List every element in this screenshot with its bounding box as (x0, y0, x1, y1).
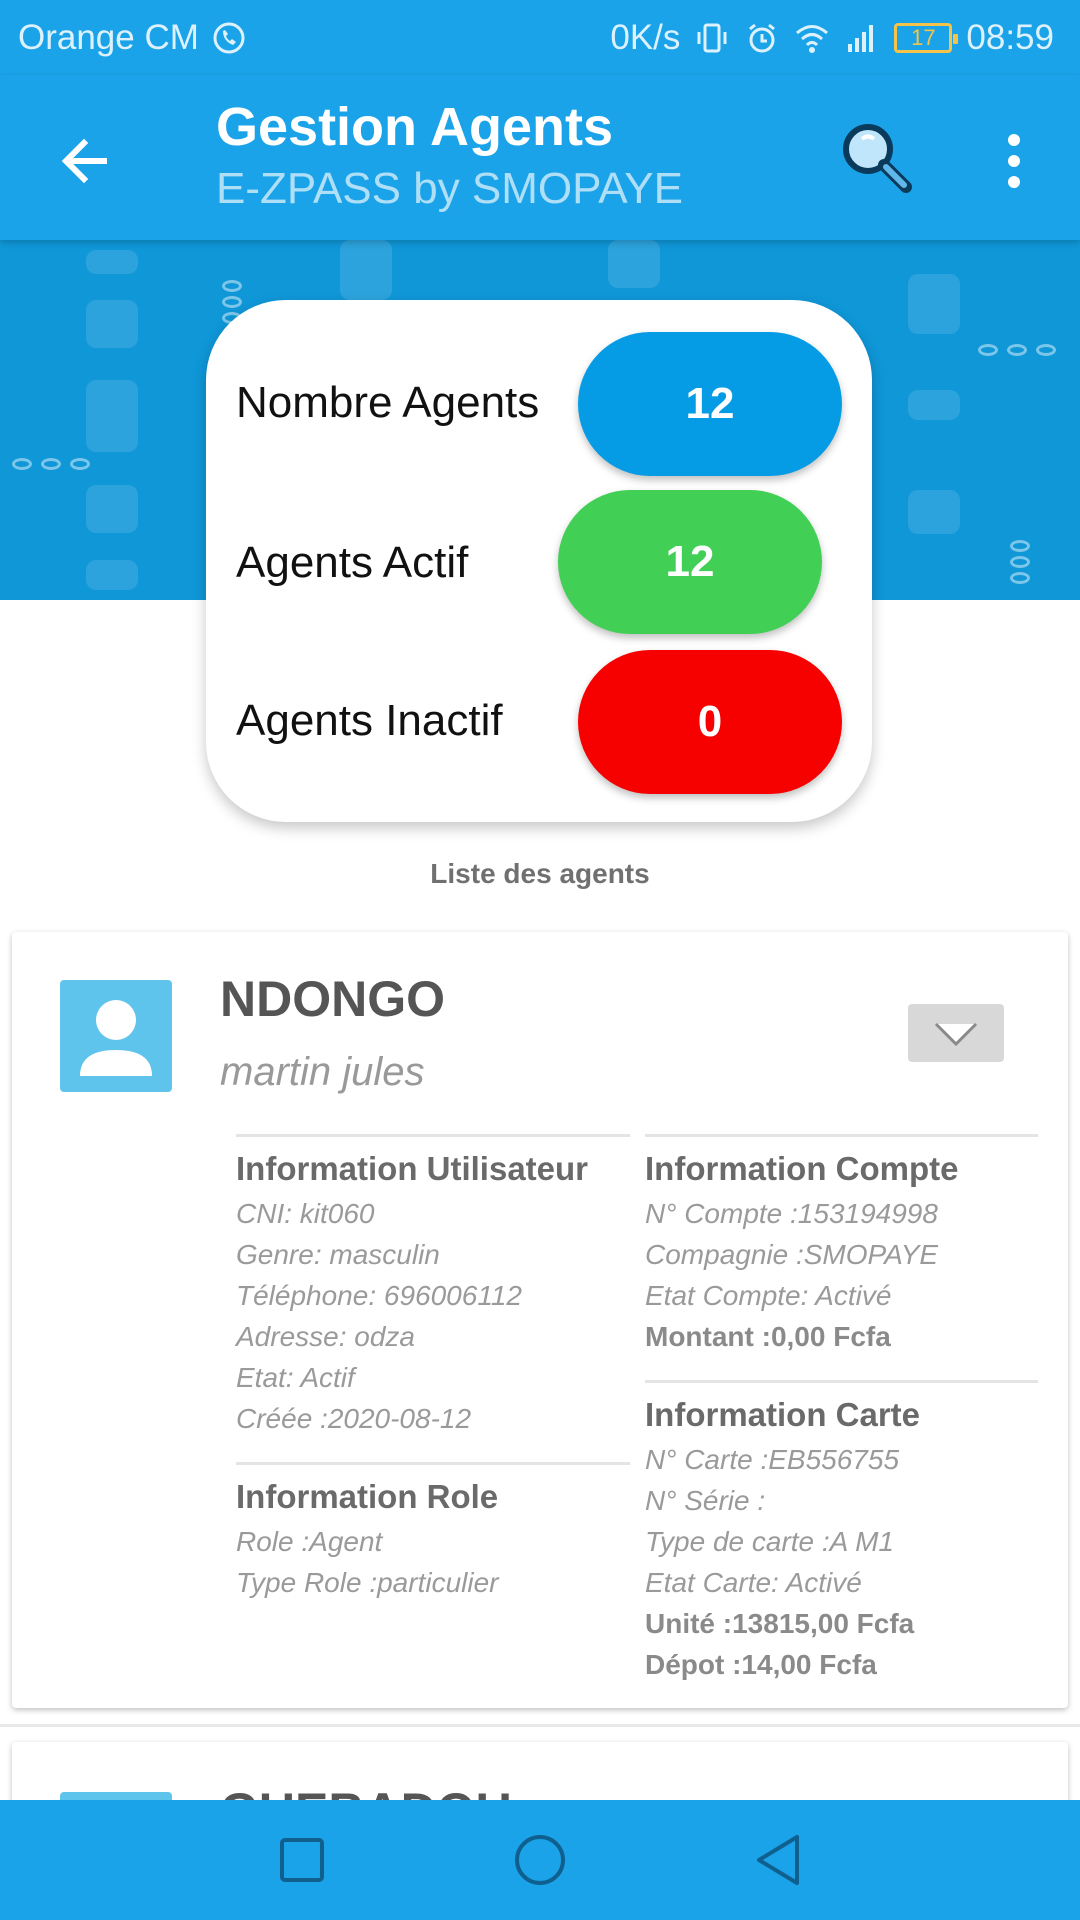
user-info-section: Information Utilisateur CNI: kit060 Genr… (236, 1134, 630, 1439)
banner-dots (978, 344, 1056, 356)
card-info-title: Information Carte (645, 1396, 921, 1433)
battery-level: 17 (911, 24, 936, 50)
role-info-section: Information Role Role :Agent Type Role :… (236, 1462, 630, 1603)
wifi-calling-icon (213, 22, 245, 53)
card-deposit: Dépot :14,00 Fcfa (645, 1649, 877, 1680)
user-genre: Genre: masculin (236, 1239, 440, 1270)
user-creation-date: Créée :2020-08-12 (236, 1403, 472, 1434)
card-status: Etat Carte: Activé (645, 1567, 862, 1598)
active-agents-label: Agents Actif (236, 538, 469, 587)
expand-button[interactable] (908, 1004, 1004, 1062)
banner-decoration (340, 240, 392, 300)
back-nav-button[interactable] (734, 1816, 822, 1904)
clock: 08:59 (966, 17, 1054, 57)
account-status: Etat Compte: Activé (645, 1280, 892, 1311)
dot-icon (1008, 176, 1020, 188)
account-number: N° Compte :153194998 (645, 1198, 938, 1229)
title-block: Gestion Agents E-ZPASS by SMOPAYE (216, 95, 683, 219)
app-bar: Gestion Agents E-ZPASS by SMOPAYE (0, 75, 1080, 240)
user-info-title: Information Utilisateur (236, 1150, 589, 1187)
status-right: 0K/s 17 08:59 (610, 18, 1054, 58)
list-divider (0, 1724, 1080, 1727)
battery-icon: 17 (894, 22, 959, 53)
card-type: Type de carte :A M1 (645, 1526, 894, 1557)
banner-dots (1010, 540, 1030, 584)
account-info-section: Information Compte N° Compte :153194998 … (645, 1134, 1038, 1357)
banner-decoration (86, 380, 138, 452)
stats-card: Nombre Agents 12 Agents Actif 12 Agents … (206, 300, 872, 822)
total-agents-badge[interactable]: 12 (578, 332, 842, 476)
account-info-title: Information Compte (645, 1150, 959, 1187)
home-button[interactable] (496, 1816, 584, 1904)
active-agents-badge[interactable]: 12 (558, 490, 822, 634)
page-subtitle: E-ZPASS by SMOPAYE (216, 164, 684, 213)
user-etat: Etat: Actif (236, 1362, 355, 1393)
wifi-icon (796, 24, 829, 53)
page-title: Gestion Agents (216, 97, 614, 157)
banner-decoration (908, 274, 960, 334)
system-nav-bar (0, 1800, 1080, 1920)
network-speed: 0K/s (610, 17, 681, 57)
role-info-title: Information Role (236, 1478, 499, 1515)
inactive-agents-badge[interactable]: 0 (578, 650, 842, 794)
inactive-agents-label: Agents Inactif (236, 696, 503, 745)
recents-button[interactable] (258, 1816, 346, 1904)
avatar (60, 980, 172, 1092)
account-company: Compagnie :SMOPAYE (645, 1239, 939, 1270)
status-left: Orange CM (18, 18, 247, 58)
circle-icon (515, 1835, 565, 1885)
banner-decoration (86, 300, 138, 348)
dot-icon (1008, 155, 1020, 167)
role-type: Type Role :particulier (236, 1567, 499, 1598)
role-name: Role :Agent (236, 1526, 383, 1557)
signal-icon (848, 24, 874, 52)
account-amount: Montant :0,00 Fcfa (645, 1321, 891, 1352)
banner-decoration (86, 250, 138, 274)
dot-icon (1008, 134, 1020, 146)
banner-decoration (86, 485, 138, 533)
banner-decoration (86, 560, 138, 590)
chevron-down-icon (934, 1022, 978, 1047)
search-button[interactable] (836, 117, 916, 197)
card-info-section: Information Carte N° Carte :EB556755 N° … (645, 1380, 1038, 1685)
overflow-menu-button[interactable] (990, 125, 1038, 197)
back-button[interactable] (48, 125, 120, 197)
banner-decoration (608, 240, 660, 288)
banner-dots (12, 458, 90, 470)
arrow-back-icon (61, 138, 107, 184)
banner-decoration (908, 390, 960, 420)
status-bar: Orange CM 0K/s 17 08:59 (0, 0, 1080, 75)
triangle-back-icon (757, 1835, 799, 1885)
user-cni: CNI: kit060 (236, 1198, 375, 1229)
card-units: Unité :13815,00 Fcfa (645, 1608, 915, 1639)
agent-list-title: Liste des agents (430, 858, 650, 889)
vibrate-icon (697, 23, 727, 52)
user-adresse: Adresse: odza (236, 1321, 415, 1352)
person-icon (80, 1000, 152, 1076)
banner-decoration (908, 490, 960, 534)
square-icon (280, 1838, 324, 1882)
agent-card[interactable]: NDONGO martin jules Information Utilisat… (12, 932, 1068, 1708)
card-number: N° Carte :EB556755 (645, 1444, 900, 1475)
agent-firstname: martin jules (220, 1050, 425, 1094)
search-icon (843, 124, 912, 193)
carrier-name: Orange CM (18, 17, 199, 57)
alarm-icon (749, 23, 776, 52)
screen: Orange CM 0K/s 17 08:59 Gestion Agents E… (0, 0, 1080, 1920)
card-serial: N° Série : (645, 1485, 766, 1516)
user-telephone: Téléphone: 696006112 (236, 1280, 522, 1311)
total-agents-label: Nombre Agents (236, 378, 540, 427)
agent-lastname: NDONGO (220, 971, 445, 1027)
